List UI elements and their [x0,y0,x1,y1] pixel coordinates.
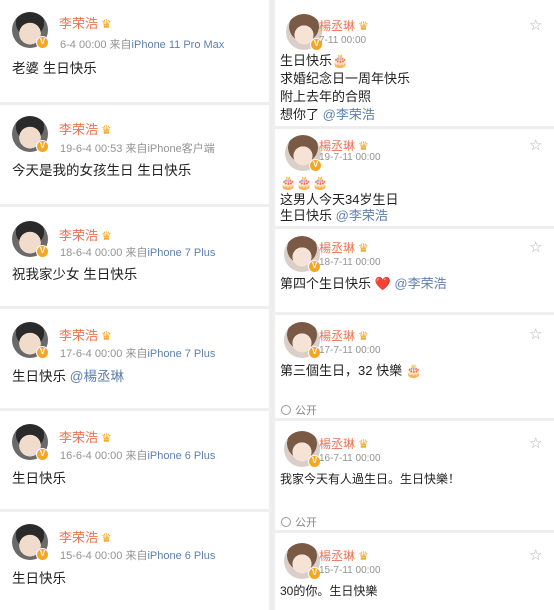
post-meta: 16-7-11 00:00 [319,453,381,464]
author-name[interactable]: 李荣浩 ♛ [59,225,112,244]
author-name[interactable]: 李荣浩 ♛ [59,427,112,446]
post-meta: 19-6-4 00:53 来自iPhone客户端 [60,143,215,155]
post-text: 第三個生日，32 快樂 🎂 [280,363,422,378]
mention-link[interactable]: @李荣浩 [336,208,388,223]
post-text-line: 生日快乐🎂 [280,53,349,68]
mention-link[interactable]: @李荣浩 [394,276,446,291]
crown-icon: ♛ [358,437,369,451]
post-text: 生日快乐 @楊丞琳 [12,369,124,384]
right-post-4[interactable]: V 楊丞琳 ♛ 17-7-11 00:00 ☆ 第三個生日，32 快樂 🎂 [275,315,554,398]
left-post-5[interactable]: V 李荣浩 ♛ 16-6-4 00:00 来自iPhone 6 Plus 生日快乐 [0,411,269,509]
crown-icon: ♛ [101,431,112,445]
post-meta: 17-6-4 00:00 来自iPhone 7 Plus [60,348,216,360]
crown-icon: ♛ [358,139,369,153]
post-text: 30的你。生日快樂 [280,584,378,598]
post-text: 第四个生日快乐 ❤️ @李荣浩 [280,276,447,291]
right-post-3[interactable]: V 楊丞琳 ♛ 18-7-11 00:00 ☆ 第四个生日快乐 ❤️ @李荣浩 [275,229,554,312]
favorite-star-icon[interactable]: ☆ [529,436,542,451]
mention-link[interactable]: @李荣浩 [323,107,375,122]
verified-badge-icon: V [36,140,49,153]
author-name[interactable]: 楊丞琳 ♛ [319,327,369,344]
post-text-line: 附上去年的合照 [280,89,372,104]
post-meta: 17-7-11 00:00 [319,345,381,356]
post-meta: 16-6-4 00:00 来自iPhone 6 Plus [60,450,216,462]
crown-icon: ♛ [358,549,369,563]
crown-icon: ♛ [101,229,112,243]
device-link[interactable]: iPhone 7 Plus [147,348,215,360]
post-text: 祝我家少女 生日快乐 [12,267,138,282]
post-text: 生日快乐 [12,471,66,486]
favorite-star-icon[interactable]: ☆ [529,138,542,153]
crown-icon: ♛ [358,329,369,343]
visibility-public: 公开 [281,402,317,418]
verified-badge-icon: V [36,548,49,561]
right-post-1[interactable]: V 楊丞琳 ♛ 7-11 00:00 ☆ 生日快乐🎂 求婚纪念日一周年快乐 附上去… [275,0,554,126]
post-text-line: 想你了 @李荣浩 [280,107,375,122]
device-link[interactable]: iPhone 11 Pro Max [132,39,225,51]
author-name[interactable]: 李荣浩 ♛ [59,119,112,138]
author-name[interactable]: 楊丞琳 ♛ [319,239,369,256]
author-name[interactable]: 李荣浩 ♛ [59,527,112,546]
device-link[interactable]: iPhone 6 Plus [147,550,215,562]
favorite-star-icon[interactable]: ☆ [529,240,542,255]
post-text-line: 生日快乐 @李荣浩 [280,208,388,223]
globe-icon [281,405,291,415]
right-post-2[interactable]: V 楊丞琳 ♛ 19-7-11 00:00 ☆ 🎂🎂🎂 这男人今天34岁生日 生日… [275,129,554,226]
post-text: 今天是我的女孩生日 生日快乐 [12,163,192,178]
crown-icon: ♛ [101,329,112,343]
post-text: 老婆 生日快乐 [12,61,97,76]
left-post-1[interactable]: V 李荣浩 ♛ 6-4 00:00 来自iPhone 11 Pro Max 老婆 … [0,0,269,102]
verified-badge-icon: V [36,36,49,49]
left-post-3[interactable]: V 李荣浩 ♛ 18-6-4 00:00 来自iPhone 7 Plus 祝我家少… [0,207,269,306]
verified-badge-icon: V [36,245,49,258]
device-link[interactable]: iPhone 6 Plus [147,450,215,462]
verified-badge-icon: V [36,346,49,359]
favorite-star-icon[interactable]: ☆ [529,18,542,33]
author-name[interactable]: 李荣浩 ♛ [59,325,112,344]
post-meta: 6-4 00:00 来自iPhone 11 Pro Max [60,39,225,51]
post-meta: 15-7-11 00:00 [319,565,381,576]
crown-icon: ♛ [101,531,112,545]
left-post-4[interactable]: V 李荣浩 ♛ 17-6-4 00:00 来自iPhone 7 Plus 生日快乐… [0,309,269,408]
crown-icon: ♛ [358,241,369,255]
right-post-5[interactable]: V 楊丞琳 ♛ 16-7-11 00:00 ☆ 我家今天有人過生日。生日快樂！ [275,421,554,510]
favorite-star-icon[interactable]: ☆ [529,548,542,563]
device-link[interactable]: iPhone 7 Plus [147,247,215,259]
author-name[interactable]: 李荣浩 ♛ [59,13,112,32]
crown-icon: ♛ [358,19,369,33]
globe-icon [281,517,291,527]
author-name[interactable]: 楊丞琳 ♛ [319,547,369,564]
post-text: 我家今天有人過生日。生日快樂！ [280,472,461,486]
post-meta: 19-7-11 00:00 [319,152,381,163]
visibility-public: 公开 [281,514,317,530]
crown-icon: ♛ [101,17,112,31]
left-post-6[interactable]: V 李荣浩 ♛ 15-6-4 00:00 来自iPhone 6 Plus 生日快乐 [0,512,269,610]
author-name[interactable]: 楊丞琳 ♛ [319,17,369,34]
crown-icon: ♛ [101,123,112,137]
post-meta: 18-7-11 00:00 [319,257,381,268]
mention-link[interactable]: @楊丞琳 [70,369,124,384]
post-meta: 18-6-4 00:00 来自iPhone 7 Plus [60,247,216,259]
author-name[interactable]: 楊丞琳 ♛ [319,435,369,452]
post-text: 生日快乐 [12,571,66,586]
left-post-2[interactable]: V 李荣浩 ♛ 19-6-4 00:53 来自iPhone客户端 今天是我的女孩生… [0,105,269,204]
verified-badge-icon: V [36,448,49,461]
right-post-6[interactable]: V 楊丞琳 ♛ 15-7-11 00:00 ☆ 30的你。生日快樂 [275,533,554,610]
favorite-star-icon[interactable]: ☆ [529,327,542,342]
post-meta: 15-6-4 00:00 来自iPhone 6 Plus [60,550,216,562]
device-link[interactable]: iPhone客户端 [147,143,214,155]
post-text-line: 求婚纪念日一周年快乐 [280,71,411,86]
post-meta: 7-11 00:00 [319,35,367,46]
